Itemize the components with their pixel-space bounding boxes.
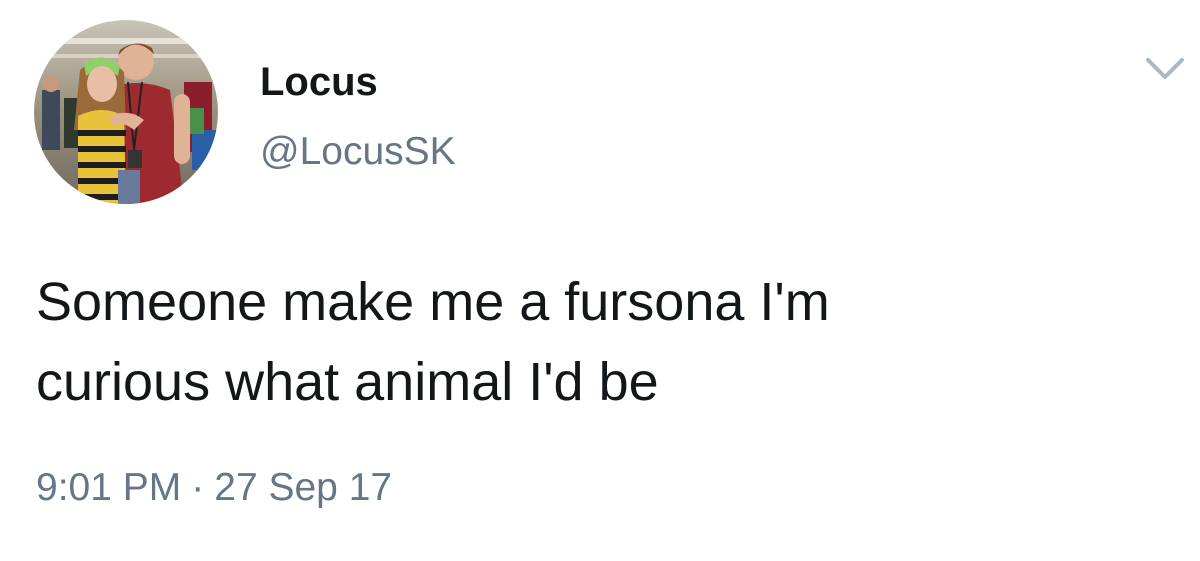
user-handle[interactable]: @LocusSK xyxy=(260,126,456,178)
chevron-down-icon[interactable] xyxy=(1140,50,1190,90)
display-name[interactable]: Locus xyxy=(260,56,378,108)
tweet-text: Someone make me a fursona I'm curious wh… xyxy=(36,262,1176,422)
avatar-photo xyxy=(34,20,218,204)
separator-dot: · xyxy=(191,466,205,509)
avatar[interactable] xyxy=(34,20,218,204)
tweet-text-line: curious what animal I'd be xyxy=(36,352,659,412)
tweet-card: Locus @LocusSK Someone make me a fursona… xyxy=(0,0,1200,561)
tweet-time: 9:01 PM xyxy=(36,466,182,509)
tweet-timestamp[interactable]: 9:01 PM · 27 Sep 17 xyxy=(36,462,392,514)
tweet-text-line: Someone make me a fursona I'm xyxy=(36,272,830,332)
tweet-date: 27 Sep 17 xyxy=(214,466,393,509)
